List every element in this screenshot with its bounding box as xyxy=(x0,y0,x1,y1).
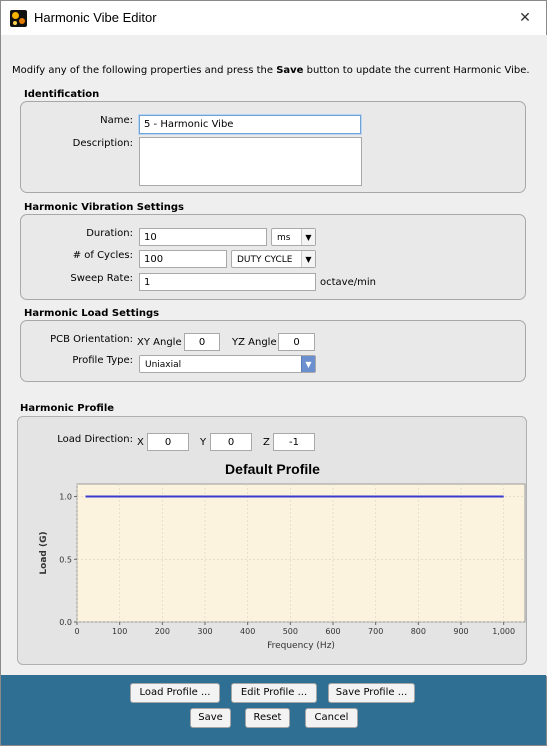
cycles-mode-value: DUTY CYCLE xyxy=(237,255,293,265)
x-tick-label: 800 xyxy=(411,627,426,636)
load-settings-heading: Harmonic Load Settings xyxy=(24,308,160,319)
x-tick-label: 700 xyxy=(368,627,383,636)
y-tick-label: 0.5 xyxy=(59,555,72,564)
z-direction-label: Z xyxy=(263,437,270,448)
cycles-input[interactable]: 100 xyxy=(139,250,227,268)
x-tick-label: 1,000 xyxy=(492,627,515,636)
duration-unit-value: ms xyxy=(277,233,291,243)
y-tick-label: 1.0 xyxy=(59,493,72,502)
cycles-label: # of Cycles: xyxy=(72,250,133,261)
reset-button[interactable]: Reset xyxy=(245,708,290,728)
x-tick-label: 0 xyxy=(74,627,79,636)
identification-heading: Identification xyxy=(24,89,100,100)
x-direction-label: X xyxy=(137,437,144,448)
profile-heading: Harmonic Profile xyxy=(20,403,115,414)
window-title: Harmonic Vibe Editor xyxy=(34,10,157,25)
x-tick-label: 200 xyxy=(155,627,170,636)
x-axis-title: Frequency (Hz) xyxy=(267,641,335,651)
chevron-down-icon: ▼ xyxy=(301,356,315,372)
chevron-down-icon: ▼ xyxy=(301,229,315,245)
y-direction-label: Y xyxy=(200,437,207,448)
sweep-rate-label: Sweep Rate: xyxy=(70,273,133,284)
x-tick-label: 400 xyxy=(240,627,255,636)
x-tick-label: 100 xyxy=(112,627,127,636)
load-profile-button[interactable]: Load Profile ... xyxy=(130,683,220,703)
x-tick-label: 600 xyxy=(325,627,340,636)
y-direction-input[interactable]: 0 xyxy=(210,433,252,451)
profile-type-label: Profile Type: xyxy=(72,355,133,366)
app-logo-icon xyxy=(10,10,27,27)
y-tick-label: 0.0 xyxy=(59,618,72,627)
profile-chart: 0 100 200 300 400 500 600 700 800 900 1,000 0.0 0.5 1… xyxy=(39,483,526,651)
name-input[interactable]: 5 - Harmonic Vibe xyxy=(139,115,361,134)
name-label: Name: xyxy=(100,115,133,126)
pcb-orientation-label: PCB Orientation: xyxy=(50,334,133,345)
duration-unit-select[interactable]: ms ▼ xyxy=(271,228,316,246)
x-tick-label: 900 xyxy=(453,627,468,636)
chevron-down-icon: ▼ xyxy=(301,251,315,267)
sweep-rate-input[interactable]: 1 xyxy=(139,273,316,291)
description-label: Description: xyxy=(72,138,133,149)
xy-angle-input[interactable]: 0 xyxy=(184,333,220,351)
z-direction-input[interactable]: -1 xyxy=(273,433,315,451)
profile-type-select[interactable]: Uniaxial ▼ xyxy=(139,355,316,373)
vibration-settings-heading: Harmonic Vibration Settings xyxy=(24,202,185,213)
edit-profile-button[interactable]: Edit Profile ... xyxy=(231,683,317,703)
chart-title: Default Profile xyxy=(225,461,320,477)
sweep-rate-unit: octave/min xyxy=(320,277,376,288)
duration-label: Duration: xyxy=(86,228,133,239)
description-textarea[interactable] xyxy=(139,137,362,186)
instructions-text: Modify any of the following properties a… xyxy=(12,65,530,76)
load-direction-label: Load Direction: xyxy=(57,434,133,445)
duration-input[interactable]: 10 xyxy=(139,228,267,246)
yz-angle-label: YZ Angle xyxy=(232,337,277,348)
x-tick-label: 300 xyxy=(197,627,212,636)
x-tick-label: 500 xyxy=(283,627,298,636)
plot-area xyxy=(76,483,526,623)
close-icon[interactable]: ✕ xyxy=(510,5,540,31)
cancel-button[interactable]: Cancel xyxy=(305,708,358,728)
y-axis-title: Load (G) xyxy=(39,531,49,574)
profile-type-value: Uniaxial xyxy=(145,360,182,370)
save-button[interactable]: Save xyxy=(190,708,231,728)
xy-angle-label: XY Angle xyxy=(137,337,182,348)
save-profile-button[interactable]: Save Profile ... xyxy=(328,683,415,703)
cycles-mode-select[interactable]: DUTY CYCLE ▼ xyxy=(231,250,316,268)
yz-angle-input[interactable]: 0 xyxy=(278,333,315,351)
title-bar: Harmonic Vibe Editor ✕ xyxy=(1,1,546,35)
x-direction-input[interactable]: 0 xyxy=(147,433,189,451)
